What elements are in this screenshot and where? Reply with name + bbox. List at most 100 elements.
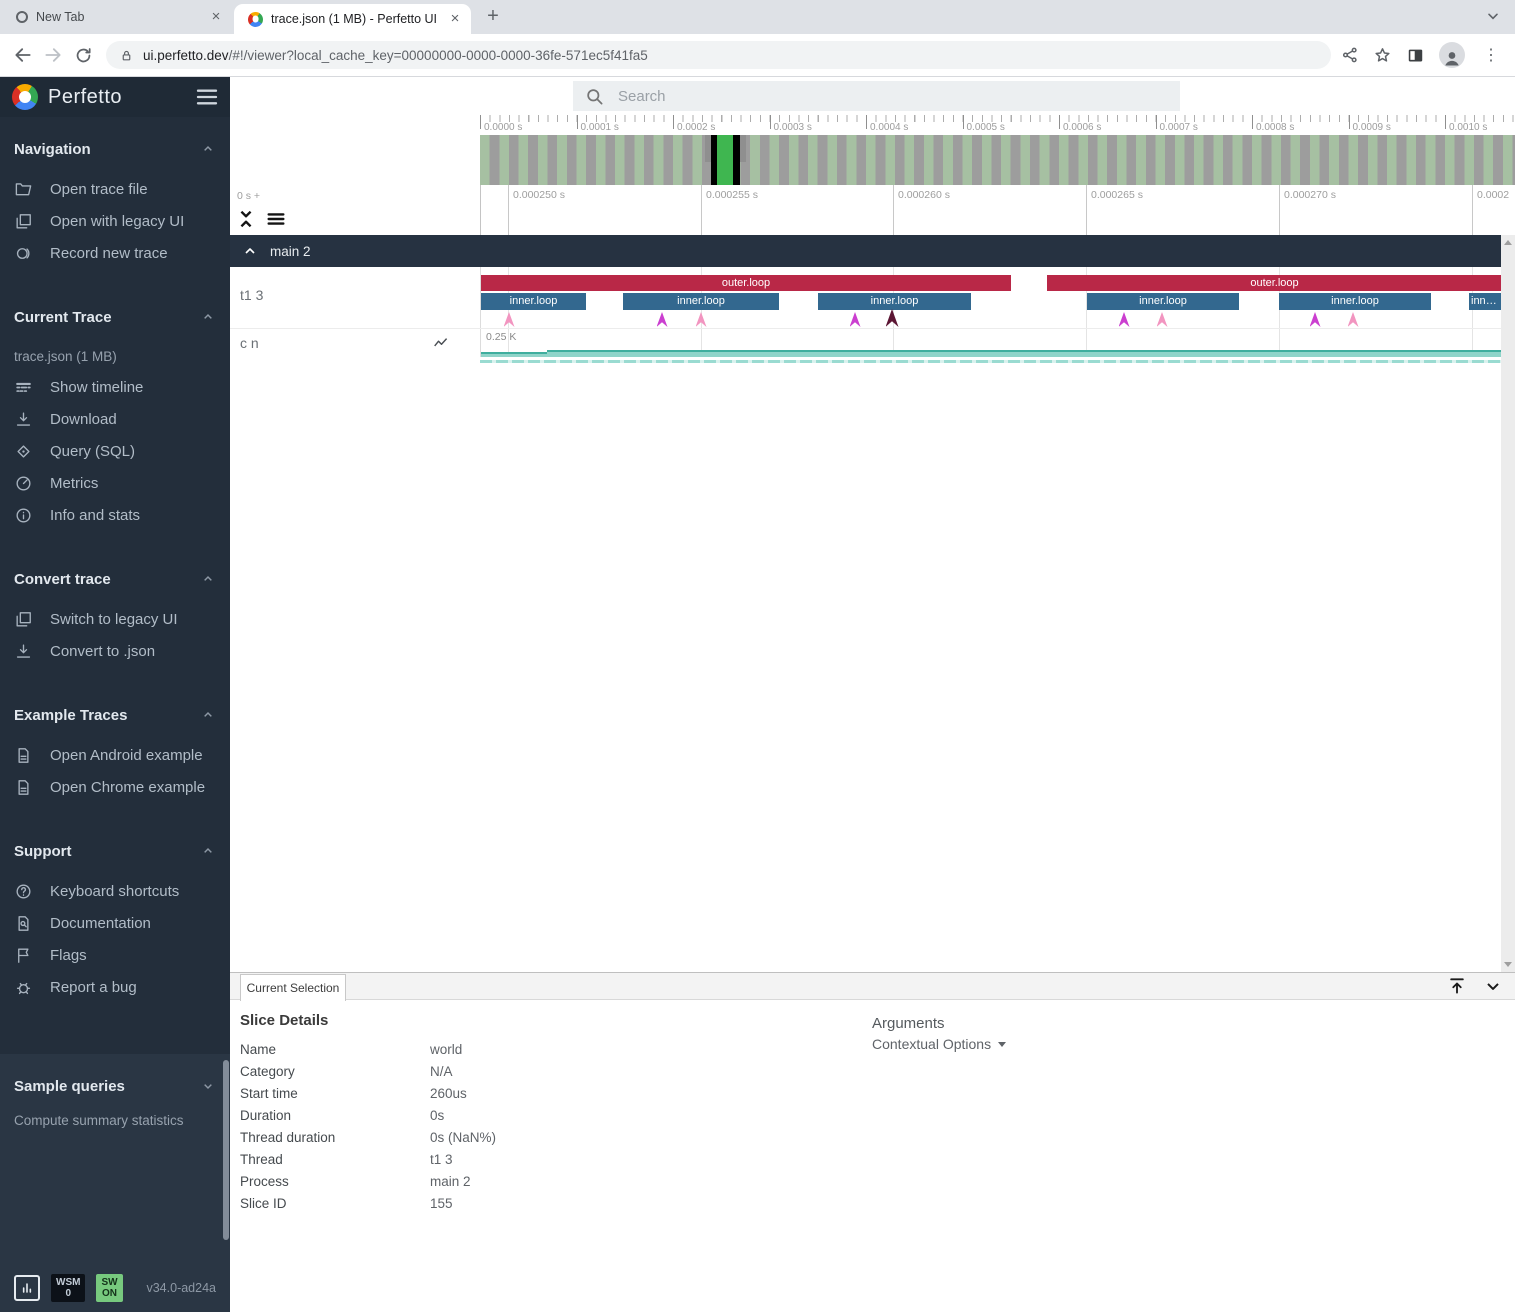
sidebar-item-flags[interactable]: Flags: [0, 939, 230, 971]
bookmark-star-icon[interactable]: [1373, 46, 1392, 65]
reload-button[interactable]: [68, 40, 98, 70]
sidebar-item-report-a-bug[interactable]: Report a bug: [0, 971, 230, 1003]
sidebar-item-open-android-example[interactable]: Open Android example: [0, 739, 230, 771]
section-header[interactable]: Support: [0, 841, 230, 861]
section-header[interactable]: Convert trace: [0, 569, 230, 589]
instant-marker-pink[interactable]: [1157, 312, 1168, 327]
detail-value: 260us: [430, 1086, 467, 1101]
slice-outer-loop[interactable]: outer.loop: [481, 275, 1011, 291]
collapse-tracks-icon[interactable]: [235, 207, 257, 231]
slice-inner-loop[interactable]: inner.loop: [481, 293, 586, 310]
section-header[interactable]: Navigation: [0, 139, 230, 159]
detail-value: 0s (NaN%): [430, 1130, 496, 1145]
viewport-handle[interactable]: [740, 135, 746, 162]
tab-perfetto[interactable]: trace.json (1 MB) - Perfetto UI ×: [234, 4, 471, 34]
tab-new-tab[interactable]: New Tab ×: [0, 0, 234, 34]
tab-list-chevron-icon[interactable]: [1485, 8, 1501, 24]
sidebar-item-open-chrome-example[interactable]: Open Chrome example: [0, 771, 230, 803]
sidebar-item-open-trace-file[interactable]: Open trace file: [0, 173, 230, 205]
section-title: Current Trace: [14, 309, 200, 326]
sample-query-item[interactable]: Compute summary statistics: [0, 1110, 230, 1130]
side-panel-icon[interactable]: [1406, 46, 1425, 65]
app-name: Perfetto: [48, 86, 186, 109]
section-header[interactable]: Current Trace: [0, 307, 230, 327]
track-sort-icon[interactable]: [265, 207, 287, 231]
folder-open-icon: [14, 179, 34, 199]
perfetto-logo-icon: [12, 84, 38, 110]
hamburger-menu-icon[interactable]: [196, 88, 218, 106]
sidebar-item-query-sql-[interactable]: Query (SQL): [0, 435, 230, 467]
slice-inner-loop[interactable]: inner.loop: [1279, 293, 1431, 310]
sidebar-item-info-and-stats[interactable]: Info and stats: [0, 499, 230, 531]
sidebar-item-documentation[interactable]: Documentation: [0, 907, 230, 939]
share-icon[interactable]: [1341, 46, 1359, 64]
sidebar-item-label: Switch to legacy UI: [50, 611, 178, 628]
tab-close-icon[interactable]: ×: [208, 9, 224, 25]
instant-marker-magenta[interactable]: [850, 312, 861, 327]
new-tab-button[interactable]: +: [479, 3, 507, 31]
ruler-major-tick: 0.0005 s: [963, 115, 964, 129]
instant-marker-magenta[interactable]: [657, 312, 668, 327]
back-button[interactable]: [8, 40, 38, 70]
counter-track-canvas[interactable]: 0.25 K: [480, 329, 1501, 357]
forward-button[interactable]: [38, 40, 68, 70]
timeline-icon: [14, 377, 34, 397]
sidebar-item-label: Metrics: [50, 475, 98, 492]
instant-marker-magenta[interactable]: [1119, 312, 1130, 327]
tab-close-icon[interactable]: ×: [447, 11, 463, 27]
section-header[interactable]: Example Traces: [0, 705, 230, 725]
sidebar-item-switch-to-legacy-ui[interactable]: Switch to legacy UI: [0, 603, 230, 635]
address-bar[interactable]: ui.perfetto.dev/#!/viewer?local_cache_ke…: [106, 41, 1331, 69]
sidebar-item-keyboard-shortcuts[interactable]: Keyboard shortcuts: [0, 875, 230, 907]
tab-current-selection[interactable]: Current Selection: [240, 974, 346, 1001]
instant-marker-dark[interactable]: [886, 309, 899, 327]
sidebar-item-label: Open Chrome example: [50, 779, 205, 796]
process-group-header-main2[interactable]: main 2: [230, 235, 1501, 267]
instant-marker-pink[interactable]: [504, 312, 515, 327]
overview-minimap[interactable]: [230, 135, 1515, 185]
sidebar-item-convert-to-json[interactable]: Convert to .json: [0, 635, 230, 667]
slice-inner-loop[interactable]: inner.loop: [1469, 293, 1501, 310]
slice-inner-loop[interactable]: inner.loop: [1087, 293, 1239, 310]
sidebar-item-open-with-legacy-ui[interactable]: Open with legacy UI: [0, 205, 230, 237]
browser-window: New Tab × trace.json (1 MB) - Perfetto U…: [0, 0, 1515, 1312]
ruler-major-tick: 0.0001 s: [577, 115, 578, 129]
instant-marker-pink[interactable]: [1348, 312, 1359, 327]
collapse-panel-chevron-icon[interactable]: [1483, 976, 1503, 996]
track-shell-t13[interactable]: t1 3: [230, 267, 480, 328]
scroll-up-icon[interactable]: [1504, 240, 1512, 245]
stats-chart-icon[interactable]: [14, 1275, 40, 1301]
viewport-green[interactable]: [717, 135, 733, 185]
sidebar-item-show-timeline[interactable]: Show timeline: [0, 371, 230, 403]
sidebar-scrollbar[interactable]: [223, 1060, 229, 1240]
chevron-up-icon: [200, 707, 216, 723]
profile-avatar[interactable]: [1439, 42, 1465, 68]
sidebar-item-label: Report a bug: [50, 979, 137, 996]
detail-row: Start time260us: [240, 1082, 1515, 1104]
viewport-black_right[interactable]: [733, 135, 740, 185]
details-panel: Current Selection Slice Details Nameworl…: [230, 972, 1515, 1312]
chevron-up-icon: [200, 843, 216, 859]
timeline-vertical-scrollbar[interactable]: [1501, 235, 1515, 972]
sidebar-section-current-trace: Current Tracetrace.json (1 MB)Show timel…: [0, 307, 230, 531]
slice-inner-loop[interactable]: inner.loop: [818, 293, 971, 310]
section-header-sample-queries[interactable]: Sample queries: [0, 1054, 230, 1096]
sidebar-item-download[interactable]: Download: [0, 403, 230, 435]
contextual-options-button[interactable]: Contextual Options: [872, 1034, 1006, 1054]
menu-kebab-icon[interactable]: ⋮: [1479, 45, 1503, 65]
slice-track-canvas[interactable]: outer.loop outer.loop inner.loop inner.loop…: [480, 267, 1501, 328]
track-shell-cn[interactable]: c n: [230, 329, 480, 357]
slice-outer-loop[interactable]: outer.loop: [1047, 275, 1501, 291]
detail-value: main 2: [430, 1174, 471, 1189]
sidebar-item-record-new-trace[interactable]: Record new trace: [0, 237, 230, 269]
scroll-down-icon[interactable]: [1504, 962, 1512, 967]
instant-marker-magenta[interactable]: [1310, 312, 1321, 327]
search-input[interactable]: Search: [573, 81, 1180, 111]
group-label: main 2: [270, 244, 311, 259]
sidebar-item-metrics[interactable]: Metrics: [0, 467, 230, 499]
counter-area: [547, 350, 1501, 357]
slice-inner-loop[interactable]: inner.loop: [623, 293, 779, 310]
section-title: Sample queries: [14, 1078, 200, 1095]
expand-panel-icon[interactable]: [1447, 976, 1467, 996]
detail-row: Duration0s: [240, 1104, 1515, 1126]
